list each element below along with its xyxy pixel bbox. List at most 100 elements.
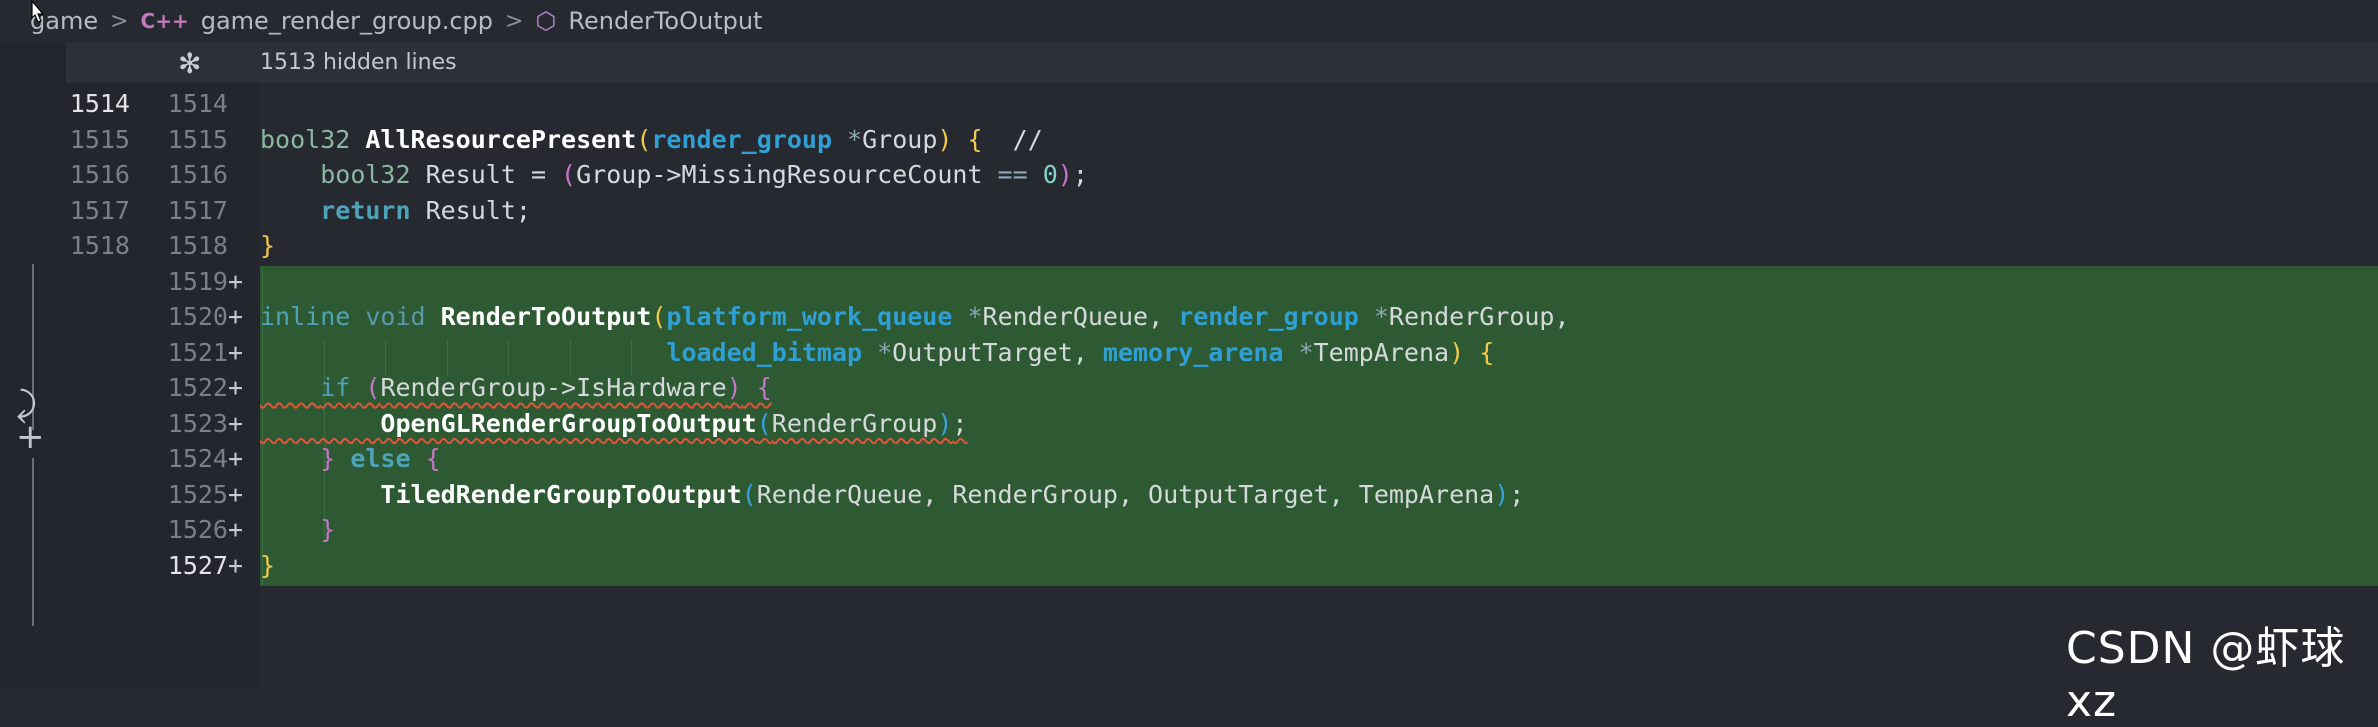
type-token: render_group [651,124,832,154]
paren: ) [726,373,742,402]
code-line-1526[interactable]: 1526 + } [0,512,2378,548]
added-marker: + [228,444,244,473]
operator: * [1358,302,1389,331]
paren: ( [561,160,577,189]
added-marker: + [228,515,244,544]
added-marker: + [228,373,244,402]
keyword: if [320,373,351,402]
code-text: return Result; [260,193,531,229]
code-text: bool32 Result = (Group->MissingResourceC… [260,157,1088,193]
cpp-file-icon: C++ [140,9,189,33]
error-squiggle[interactable]: OpenGLRenderGroupToOutput(RenderGroup); [260,409,967,438]
code-line-1522[interactable]: 1522 + if (RenderGroup->IsHardware) { [0,370,2378,406]
new-line-number: 1526 [167,515,228,544]
old-line-number: 1515 [69,124,130,154]
operator: * [952,302,983,331]
new-line-number: 1516 [167,160,228,189]
function-name: OpenGLRenderGroupToOutput [380,408,757,438]
paren: ) [937,408,953,438]
brace: } [320,444,336,473]
operator: * [832,124,863,154]
new-line-number: 1527 [167,550,228,580]
code-text: inline void RenderToOutput(platform_work… [260,299,1570,335]
code-line-1523[interactable]: 1523 + OpenGLRenderGroupToOutput(RenderG… [0,406,2378,442]
brace: { [967,124,983,154]
identifier: RenderGroup [771,408,938,438]
paren: ( [636,124,652,154]
code-line-1524[interactable]: 1524 + } else { [0,441,2378,477]
added-marker: + [228,337,244,367]
code-line-1518[interactable]: 1518 1518 } [0,228,2378,264]
new-line-number: 1519 [167,266,228,296]
hidden-lines-label[interactable]: 1513 hidden lines [260,50,457,75]
breadcrumb-item-file[interactable]: game_render_group.cpp [201,7,493,35]
code-line-1517[interactable]: 1517 1517 return Result; [0,193,2378,229]
breadcrumb-separator: > [505,8,524,34]
paren: ) [1449,337,1465,367]
code-line-1527[interactable]: 1527 + } [0,548,2378,584]
new-line-number: 1517 [167,195,228,225]
operator: * [1283,337,1314,367]
paren: ( [756,408,772,438]
code-line-1519[interactable]: 1519 + [0,264,2378,300]
breadcrumb-item-symbol[interactable]: RenderToOutput [568,7,762,35]
brace: } [260,550,276,580]
identifier: RenderQueue, [982,302,1179,331]
code-text: if (RenderGroup->IsHardware) { [260,370,772,406]
added-marker: + [228,550,244,580]
code-line-1525[interactable]: 1525 + TiledRenderGroupToOutput(RenderQu… [0,477,2378,513]
keyword: void [350,302,426,331]
code-text: } else { [260,441,440,477]
new-line-number: 1525 [167,479,228,509]
new-line-number: 1520 [167,302,228,331]
paren: ) [1494,479,1510,509]
code-line-1521[interactable]: 1521 + loaded_bitmap *OutputTarget, memo… [0,335,2378,371]
code-text: bool32 AllResourcePresent(render_group *… [260,122,1043,158]
hidden-lines-bar[interactable]: ✻ 1513 hidden lines [66,42,2378,83]
code-text: TiledRenderGroupToOutput(RenderQueue, Re… [260,477,1524,513]
code-line-1516[interactable]: 1516 1516 bool32 Result = (Group->Missin… [0,157,2378,193]
operator: * [862,337,893,367]
new-line-number: 1514 [167,89,228,118]
identifier: RenderQueue, RenderGroup, OutputTarget, … [756,479,1495,509]
code-line-1520[interactable]: 1520 + inline void RenderToOutput(platfo… [0,299,2378,335]
code-line-1514[interactable]: 1514 1514 [0,86,2378,122]
code-line-1515[interactable]: 1515 1515 bool32 AllResourcePresent(rend… [0,122,2378,158]
added-marker: + [228,266,244,296]
breadcrumb: game > C++ game_render_group.cpp > ⬡ Ren… [0,0,2378,42]
semicolon: ; [1509,479,1525,509]
old-line-number: 1517 [69,195,130,225]
paren: ) [937,124,953,154]
function-name: RenderToOutput [425,302,652,331]
code-text: } [260,548,275,584]
code-text: OpenGLRenderGroupToOutput(RenderGroup); [260,406,967,442]
operator: == [997,160,1028,189]
type-token: bool32 [320,160,411,189]
identifier: RenderGroup->IsHardware [380,373,727,402]
old-line-number: 1518 [69,231,130,260]
new-line-number: 1524 [167,444,228,473]
added-marker: + [228,479,244,509]
breadcrumb-separator: > [110,8,129,34]
error-squiggle[interactable]: if (RenderGroup->IsHardware) { [260,373,772,402]
new-line-number: 1515 [167,124,228,154]
brace: } [260,231,276,260]
code-text: } [260,228,275,264]
identifier: TempArena [1313,337,1450,367]
paren: ( [350,373,381,402]
identifier: OutputTarget, [892,337,1103,367]
paren: ) [1057,160,1073,189]
code-text: loaded_bitmap *OutputTarget, memory_aren… [260,335,1494,371]
symbol-method-icon: ⬡ [535,7,557,35]
identifier: Group->MissingResourceCount [576,160,998,189]
unfold-icon[interactable]: ✻ [178,47,201,80]
brace: { [741,373,772,402]
keyword: return [320,195,411,225]
new-line-number: 1518 [167,231,228,260]
keyword: else [335,444,411,473]
identifier: RenderGroup, [1388,302,1570,331]
identifier: Result = [410,160,562,189]
semicolon: ; [1072,160,1088,189]
brace: { [1464,337,1495,367]
paren: ( [651,302,667,331]
